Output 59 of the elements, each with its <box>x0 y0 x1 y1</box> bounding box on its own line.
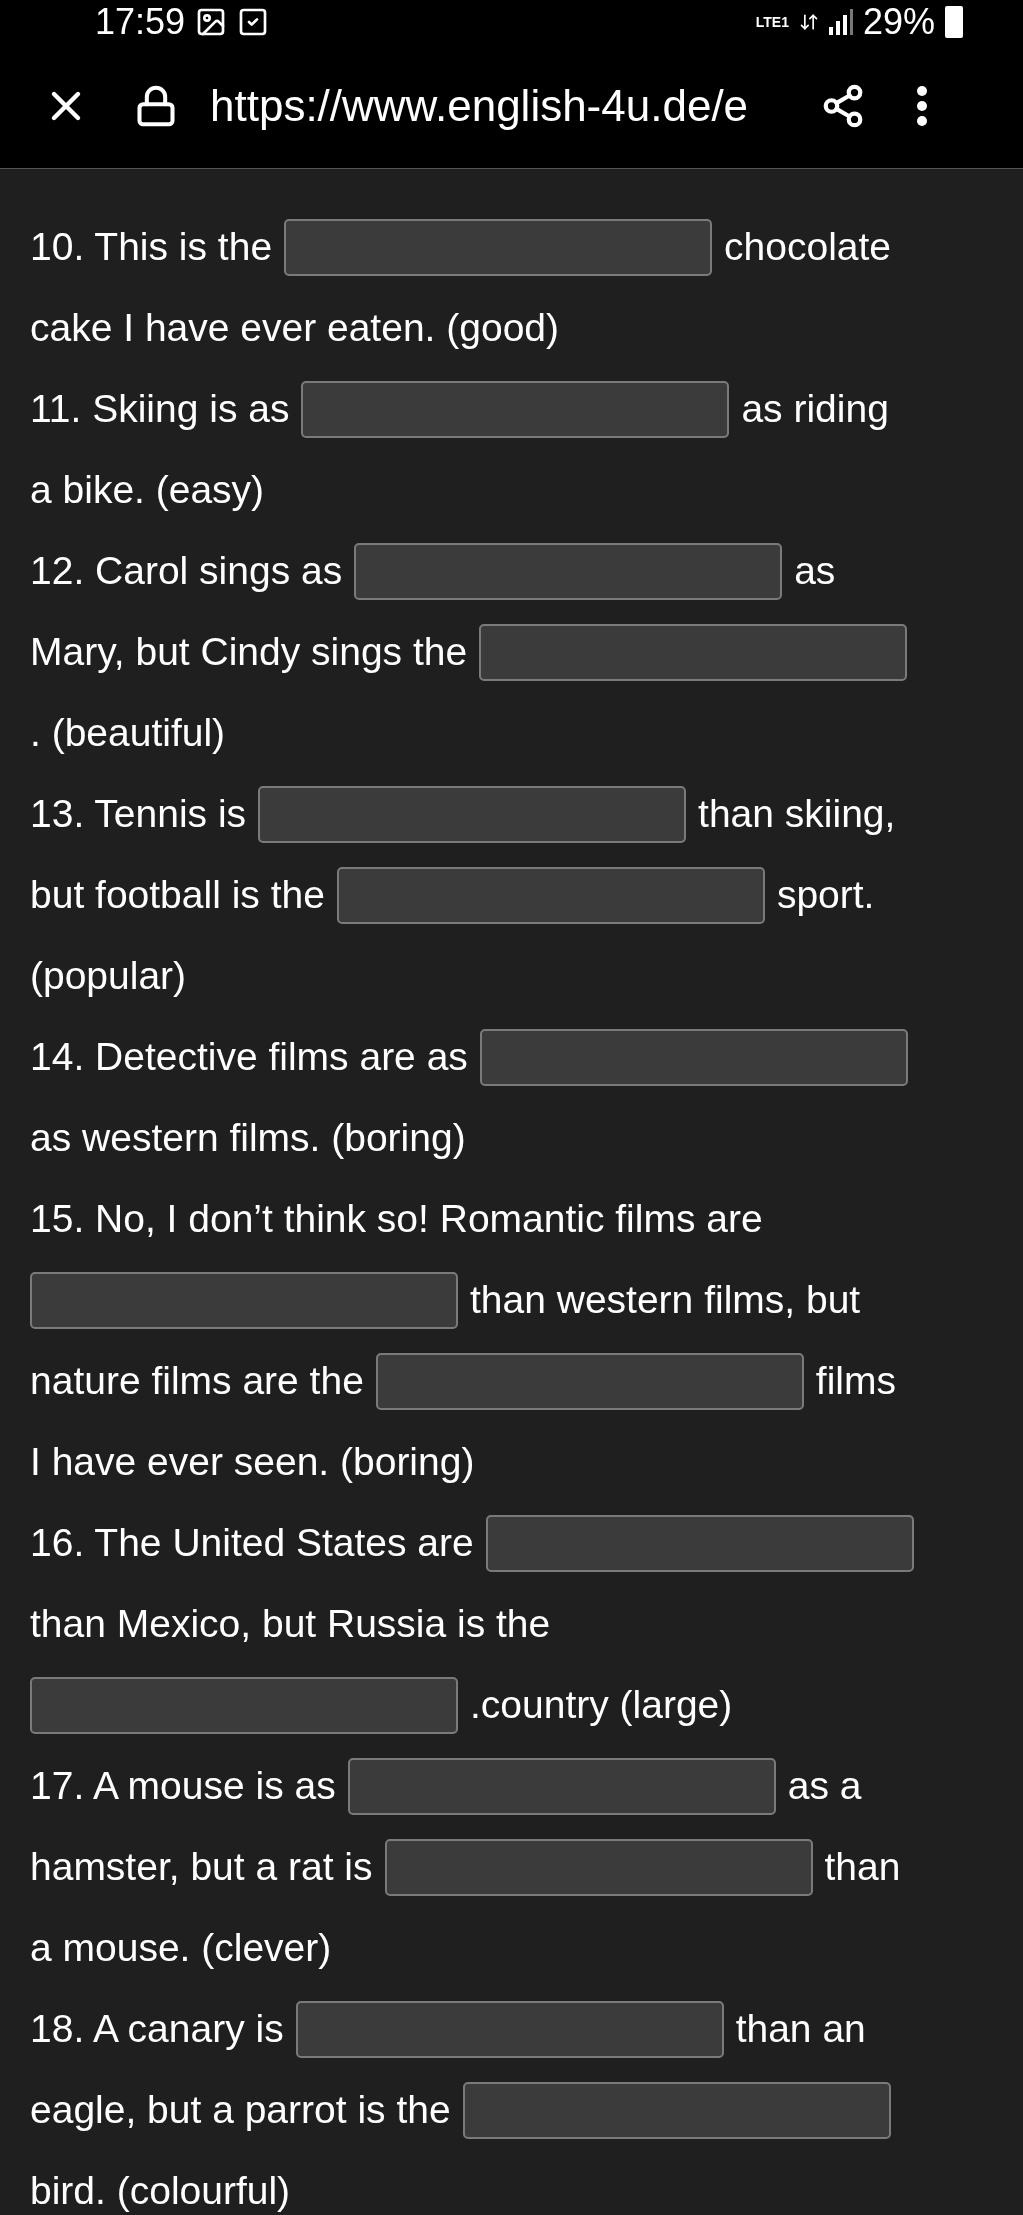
answer-field[interactable] <box>336 867 765 924</box>
exercise-text: as riding <box>741 388 889 431</box>
answer-field[interactable] <box>258 786 687 843</box>
exercise-text: 14. Detective films are as <box>30 1036 468 1079</box>
menu-icon <box>916 86 928 126</box>
exercise-text: nature films are the <box>30 1360 364 1403</box>
exercise-text: than <box>824 1846 901 1889</box>
answer-field[interactable] <box>347 1758 776 1815</box>
answer-field[interactable] <box>384 1839 813 1896</box>
exercise-text: .country (large) <box>470 1684 733 1727</box>
exercise-text: cake I have ever eaten. (good) <box>30 307 559 350</box>
exercise-text: Mary, but Cindy sings the <box>30 631 468 674</box>
battery-icon <box>945 6 963 38</box>
exercise-text: 15. No, I don’t think so! Romantic films are <box>30 1198 763 1241</box>
exercise-text: 10. This is the <box>30 226 273 269</box>
exercise-text: . (beautiful) <box>30 712 226 755</box>
exercise-text: chocolate <box>724 226 892 269</box>
exercise-text: 17. A mouse is as <box>30 1765 336 1808</box>
exercise-text: as <box>794 550 836 593</box>
exercise-text: 12. Carol sings as <box>30 550 343 593</box>
menu-button[interactable] <box>916 86 928 126</box>
exercise-text: bird. (colourful) <box>30 2170 291 2213</box>
exercise-text: I have ever seen. (boring) <box>30 1441 475 1484</box>
answer-field[interactable] <box>30 1677 458 1734</box>
exercise-text: but football is the <box>30 874 325 917</box>
answer-field[interactable] <box>30 1272 458 1329</box>
exercise-text: than skiing, <box>698 793 896 836</box>
url-text[interactable]: https://www.english-4u.de/e <box>210 81 790 131</box>
answer-field[interactable] <box>479 624 908 681</box>
exercise-text: sport. <box>776 874 875 917</box>
answer-field[interactable] <box>479 1029 908 1086</box>
exercise-text: as western films. (boring) <box>30 1117 466 1160</box>
battery-percentage: 29% <box>862 2 935 42</box>
clock: 17:59 <box>95 2 186 42</box>
exercise-text: films <box>815 1360 896 1403</box>
exercise-text: hamster, but a rat is <box>30 1846 373 1889</box>
data-arrows-icon <box>798 12 819 32</box>
exercise-text: than an <box>735 2008 866 2051</box>
exercise-text: 13. Tennis is <box>30 793 247 836</box>
lock-icon[interactable] <box>134 84 178 128</box>
exercise-text: a mouse. (clever) <box>30 1927 332 1970</box>
exercise-text: 11. Skiing is as <box>30 388 290 431</box>
answer-field[interactable] <box>462 2082 891 2139</box>
exercise-text: than Mexico, but Russia is the <box>30 1603 551 1646</box>
exercise-text: 16. The United States are <box>30 1522 474 1565</box>
answer-field[interactable] <box>375 1353 804 1410</box>
answer-field[interactable] <box>485 1515 914 1572</box>
exercise-text: than western films, but <box>470 1279 861 1322</box>
answer-field[interactable] <box>295 2001 724 2058</box>
signal-icon <box>828 9 853 35</box>
answer-field[interactable] <box>354 543 783 600</box>
answer-field[interactable] <box>301 381 730 438</box>
exercise-text: eagle, but a parrot is the <box>30 2089 451 2132</box>
exercise-text: a bike. (easy) <box>30 469 265 512</box>
answer-field[interactable] <box>284 219 713 276</box>
exercise-text: as a <box>787 1765 862 1808</box>
exercise-text: (popular) <box>30 955 187 998</box>
exercise-text: 18. A canary is <box>30 2008 284 2051</box>
network-label: LTE1 <box>755 15 789 29</box>
